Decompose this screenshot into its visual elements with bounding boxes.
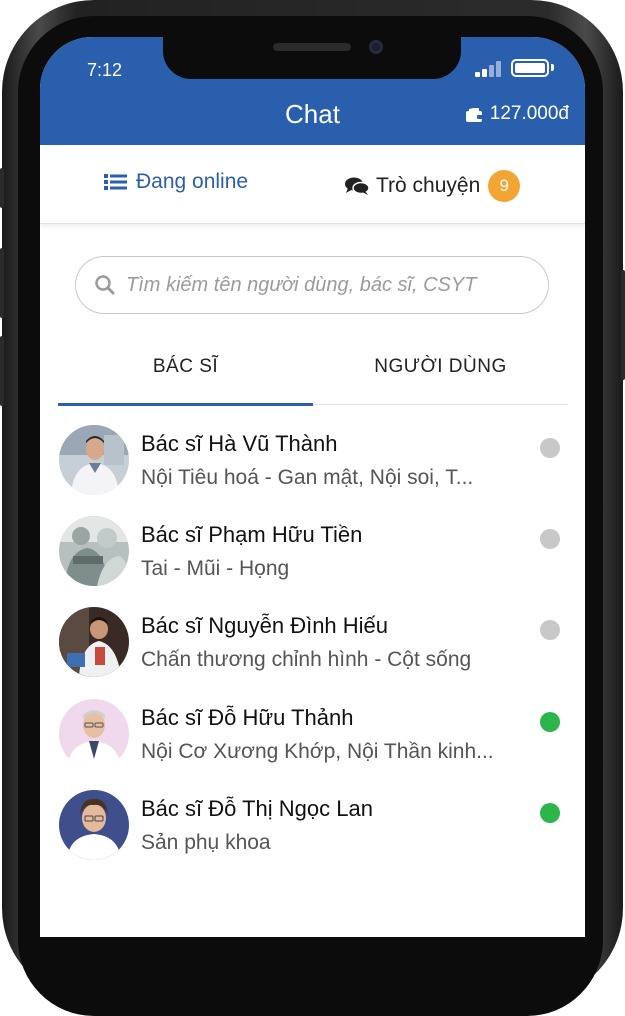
notch	[163, 37, 461, 79]
list-item[interactable]: Bác sĩ Hà Vũ Thành Nội Tiêu hoá - Gan mậ…	[40, 415, 585, 507]
search-icon	[95, 275, 115, 295]
tab-doctors[interactable]: BÁC SĨ	[58, 356, 313, 378]
wallet-amount: 127.000đ	[489, 103, 569, 124]
list-item[interactable]: Bác sĩ Phạm Hữu Tiền Tai - Mũi - Họng	[40, 506, 585, 598]
avatar	[59, 699, 129, 769]
wallet-balance[interactable]: 127.000đ	[465, 103, 569, 125]
top-tabs: Đang online Trò chuyện 9	[40, 145, 585, 224]
power-button	[621, 270, 625, 380]
status-time: 7:12	[87, 60, 123, 80]
status-indicator	[540, 620, 560, 640]
volume-down-button	[0, 336, 4, 406]
chat-bubbles-icon	[345, 177, 370, 195]
battery-tip	[551, 64, 554, 71]
tab-online-label: Đang online	[136, 170, 249, 193]
list-icon	[104, 174, 127, 190]
list-item[interactable]: Bác sĩ Nguyễn Đình Hiếu Chấn thương chỉn…	[40, 597, 585, 689]
status-indicator	[540, 712, 560, 732]
doctor-specialty: Tai - Mũi - Họng	[141, 557, 290, 580]
doctor-specialty: Nội Cơ Xương Khớp, Nội Thần kinh...	[141, 740, 494, 763]
status-indicator	[540, 803, 560, 823]
tab-chat[interactable]: Trò chuyện 9	[344, 170, 521, 202]
doctor-specialty: Nội Tiêu hoá - Gan mật, Nội soi, T...	[141, 466, 474, 489]
avatar	[59, 425, 129, 495]
doctor-name: Bác sĩ Phạm Hữu Tiền	[141, 522, 363, 547]
avatar	[59, 790, 129, 860]
front-camera	[369, 40, 383, 54]
doctor-specialty: Sản phụ khoa	[141, 831, 271, 854]
doctor-name: Bác sĩ Đỗ Thị Ngọc Lan	[141, 796, 373, 821]
doctor-name: Bác sĩ Nguyễn Đình Hiếu	[141, 613, 389, 638]
status-indicator	[540, 438, 560, 458]
list-item[interactable]: Bác sĩ Đỗ Thị Ngọc Lan Sản phụ khoa	[40, 780, 585, 872]
search-input[interactable]	[126, 273, 546, 297]
doctor-name: Bác sĩ Đỗ Hữu Thảnh	[141, 705, 354, 730]
tab-chat-label: Trò chuyện	[376, 174, 481, 197]
phone-frame: 7:12 Chat 127.000đ Đang online Trò chuyệ…	[0, 0, 625, 1016]
mute-switch	[0, 168, 4, 208]
doctor-specialty: Chấn thương chỉnh hình - Cột sống	[141, 648, 472, 671]
volume-up-button	[0, 248, 4, 318]
doctor-user-tabs: BÁC SĨ NGƯỜI DÙNG	[58, 340, 568, 406]
avatar	[59, 516, 129, 586]
tab-users[interactable]: NGƯỜI DÙNG	[313, 356, 568, 378]
wallet-icon	[465, 107, 484, 122]
speaker	[273, 43, 351, 51]
active-tab-indicator	[58, 403, 313, 406]
battery-icon	[511, 59, 549, 77]
status-indicator	[540, 529, 560, 549]
search-bar[interactable]	[75, 256, 549, 314]
signal-icon	[475, 61, 505, 77]
list-item[interactable]: Bác sĩ Đỗ Hữu Thảnh Nội Cơ Xương Khớp, N…	[40, 689, 585, 781]
app-screen: 7:12 Chat 127.000đ Đang online Trò chuyệ…	[40, 37, 585, 937]
unread-badge: 9	[488, 170, 521, 202]
avatar	[59, 607, 129, 677]
doctor-name: Bác sĩ Hà Vũ Thành	[141, 431, 338, 456]
tab-online[interactable]: Đang online	[104, 170, 248, 194]
